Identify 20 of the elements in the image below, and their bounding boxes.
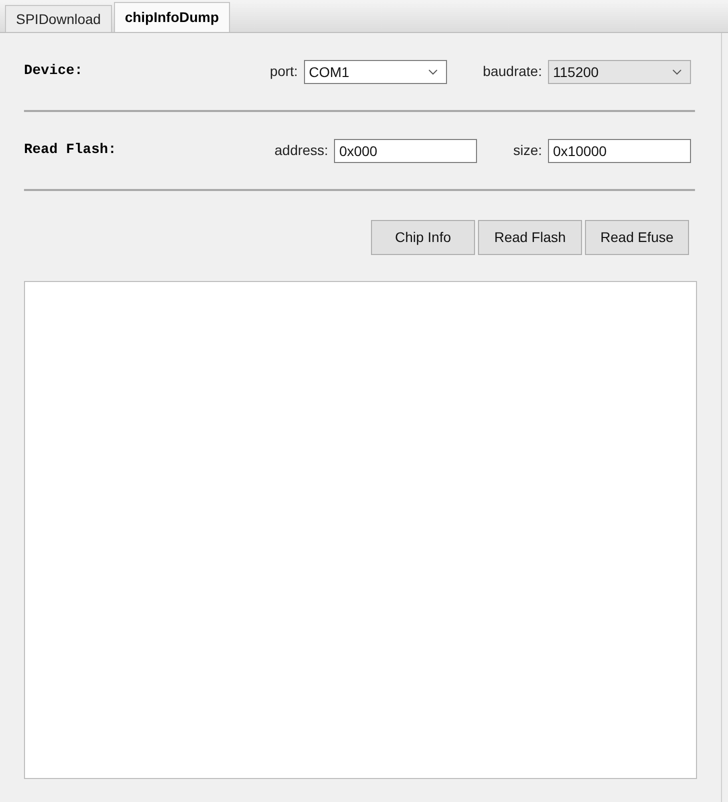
action-button[interactable]: Chip Info [371,220,475,255]
tab[interactable]: SPIDownload [5,5,112,32]
action-button[interactable]: Read Flash [478,220,582,255]
input-field[interactable]: 0x10000 [548,138,691,162]
chevron-down-icon [672,68,682,74]
section-title: Device: [24,62,84,81]
section-title: Read Flash: [24,141,118,160]
field-label: address: [274,141,328,160]
dropdown[interactable]: 115200 [548,60,691,84]
tab[interactable]: chipInfoDump [114,2,230,32]
output-text-area[interactable] [24,281,697,779]
action-button[interactable]: Read Efuse [585,220,689,255]
field-label: baudrate: [482,62,542,81]
dropdown-value: 115200 [553,63,599,82]
field-label: size: [513,141,542,160]
dropdown-value: COM1 [308,63,350,82]
dropdown[interactable]: COM1 [304,60,447,84]
field-label: port: [270,62,298,81]
chevron-down-icon [428,68,438,74]
input-field[interactable]: 0x000 [334,138,478,162]
